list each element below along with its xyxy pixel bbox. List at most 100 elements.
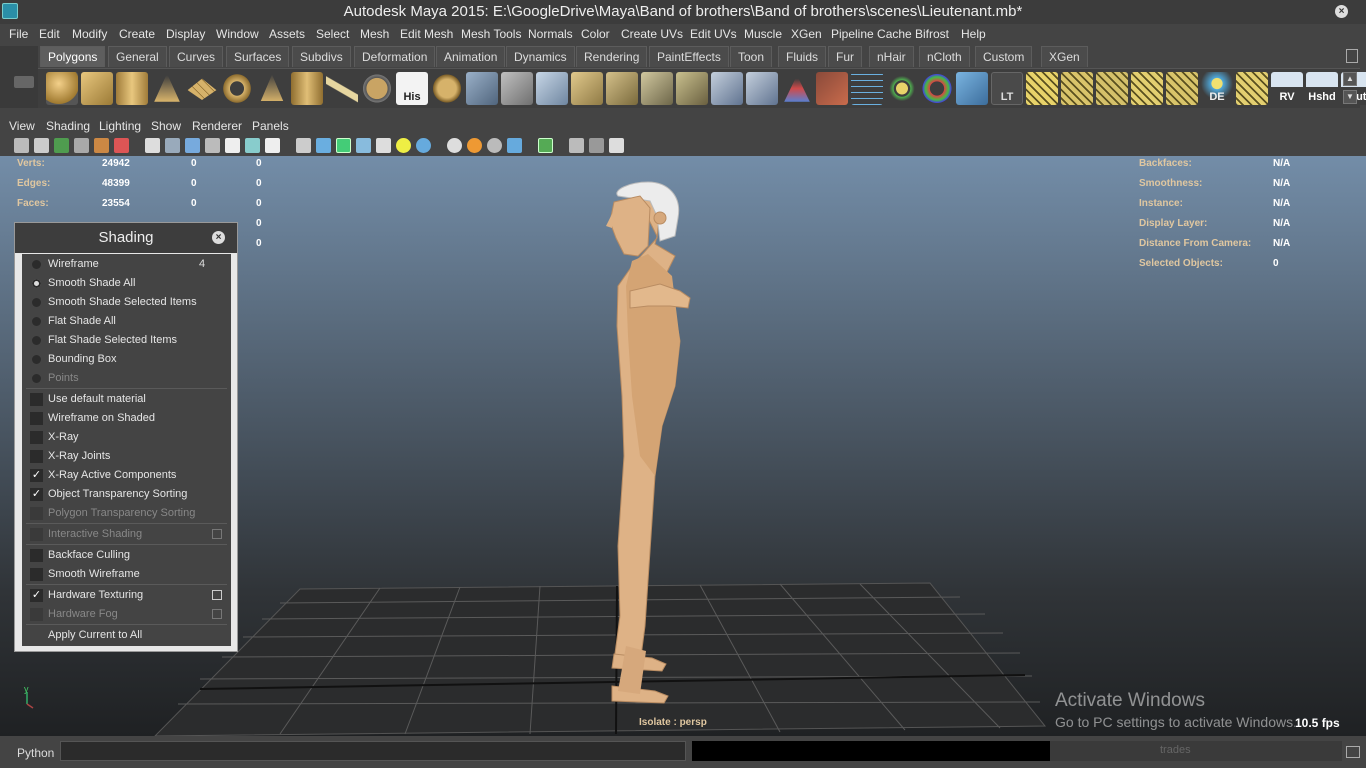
shelf-tab-surfaces[interactable]: Surfaces bbox=[226, 46, 290, 67]
radio-flat-shade-selected[interactable]: Flat Shade Selected Items bbox=[22, 331, 231, 350]
shelf-tab-curves[interactable]: Curves bbox=[169, 46, 224, 67]
radio-flat-shade-all[interactable]: Flat Shade All bbox=[22, 312, 231, 331]
append-polygon-icon[interactable] bbox=[571, 72, 603, 105]
bridge-icon[interactable] bbox=[536, 72, 568, 105]
shelf-tab-fur[interactable]: Fur bbox=[828, 46, 862, 67]
poly-torus-icon[interactable] bbox=[221, 72, 253, 105]
panel-menu-show[interactable]: Show bbox=[151, 119, 181, 133]
extrude-icon[interactable] bbox=[501, 72, 533, 105]
check-xray-joints[interactable]: X-Ray Joints bbox=[22, 447, 231, 466]
select-camera-icon[interactable] bbox=[14, 138, 29, 153]
radio-wireframe[interactable]: Wireframe 4 bbox=[22, 255, 231, 274]
check-object-transparency-sorting[interactable]: ✓ Object Transparency Sorting bbox=[22, 485, 231, 504]
smooth-icon[interactable] bbox=[361, 72, 393, 105]
offset-edge-loop-icon[interactable] bbox=[676, 72, 708, 105]
menu-create-uvs[interactable]: Create UVs bbox=[621, 27, 683, 41]
option-box-icon[interactable] bbox=[212, 529, 222, 539]
shelf-tab-dynamics[interactable]: Dynamics bbox=[506, 46, 575, 67]
shading-torn-off-panel[interactable]: Shading × Wireframe 4 Smooth Shade All Sm… bbox=[14, 222, 238, 652]
shelf-tab-fluids[interactable]: Fluids bbox=[778, 46, 827, 67]
menu-bifrost[interactable]: Bifrost bbox=[915, 27, 949, 41]
menu-edit-uvs[interactable]: Edit UVs bbox=[690, 27, 737, 41]
safe-title-icon[interactable] bbox=[265, 138, 280, 153]
shelf-tab-rendering[interactable]: Rendering bbox=[576, 46, 648, 67]
shelf-tab-polygons[interactable]: Polygons bbox=[40, 46, 106, 67]
motion-blur-icon[interactable] bbox=[467, 138, 482, 153]
panel-menu-panels[interactable]: Panels bbox=[252, 119, 289, 133]
anti-aliasing-icon[interactable] bbox=[487, 138, 502, 153]
shelf-tab-ncloth[interactable]: nCloth bbox=[919, 46, 970, 67]
shelf-tab-general[interactable]: General bbox=[108, 46, 167, 67]
check-backface-culling[interactable]: Backface Culling bbox=[22, 546, 231, 565]
two-d-pan-icon[interactable] bbox=[114, 138, 129, 153]
menu-modify[interactable]: Modify bbox=[72, 27, 107, 41]
shelf-scroll-down-icon[interactable]: ▼ bbox=[1343, 90, 1357, 104]
menu-pipeline-cache[interactable]: Pipeline Cache bbox=[831, 27, 912, 41]
check-wireframe-on-shaded[interactable]: Wireframe on Shaded bbox=[22, 409, 231, 428]
paint-weights-icon[interactable] bbox=[816, 72, 848, 105]
uv-editor-icon[interactable] bbox=[956, 72, 988, 105]
panel-menu-shading[interactable]: Shading bbox=[46, 119, 90, 133]
trash-icon[interactable] bbox=[1346, 49, 1358, 63]
xray-joints-icon[interactable] bbox=[589, 138, 604, 153]
check-interactive-shading[interactable]: Interactive Shading bbox=[22, 525, 231, 544]
unfold-uv-icon[interactable] bbox=[1166, 72, 1198, 105]
film-gate-icon[interactable] bbox=[165, 138, 180, 153]
shelf-tab-animation[interactable]: Animation bbox=[436, 46, 506, 67]
menu-create[interactable]: Create bbox=[119, 27, 155, 41]
shelf-scroll-up-icon[interactable]: ▲ bbox=[1343, 72, 1357, 86]
panel-menu-lighting[interactable]: Lighting bbox=[99, 119, 141, 133]
shelf-tab-nhair[interactable]: nHair bbox=[869, 46, 914, 67]
poly-pyramid-icon[interactable] bbox=[260, 74, 284, 102]
wireframe-icon[interactable] bbox=[296, 138, 311, 153]
menu-muscle[interactable]: Muscle bbox=[744, 27, 782, 41]
radio-smooth-shade-all[interactable]: Smooth Shade All bbox=[22, 274, 231, 293]
shelf-tab-painteffects[interactable]: PaintEffects bbox=[649, 46, 729, 67]
check-hardware-fog[interactable]: Hardware Fog bbox=[22, 605, 231, 624]
split-polygon-icon[interactable] bbox=[606, 72, 638, 105]
menu-xgen[interactable]: XGen bbox=[791, 27, 822, 41]
check-use-default-material[interactable]: Use default material bbox=[22, 390, 231, 409]
menu-assets[interactable]: Assets bbox=[269, 27, 305, 41]
shadows-icon[interactable] bbox=[416, 138, 431, 153]
apply-current-to-all-button[interactable]: Apply Current to All bbox=[22, 626, 231, 645]
default-material-icon[interactable] bbox=[356, 138, 371, 153]
shelf-tab-custom[interactable]: Custom bbox=[975, 46, 1033, 67]
python-label[interactable]: Python bbox=[17, 746, 54, 760]
radio-points[interactable]: Points bbox=[22, 369, 231, 388]
poly-sphere-icon[interactable] bbox=[46, 72, 78, 105]
panel-menu-view[interactable]: View bbox=[9, 119, 35, 133]
option-box-icon[interactable] bbox=[212, 590, 222, 600]
poly-cone-icon[interactable] bbox=[154, 73, 180, 102]
poly-plane-icon[interactable] bbox=[187, 78, 217, 101]
menu-window[interactable]: Window bbox=[216, 27, 259, 41]
shelf-grip-icon[interactable] bbox=[14, 76, 34, 88]
shelf-tab-deformation[interactable]: Deformation bbox=[354, 46, 436, 67]
menu-edit-mesh[interactable]: Edit Mesh bbox=[400, 27, 453, 41]
poly-cube-icon[interactable] bbox=[81, 72, 113, 105]
combine-icon[interactable] bbox=[431, 72, 463, 105]
smooth-shade-icon[interactable] bbox=[316, 138, 331, 153]
insert-edge-loop-icon[interactable] bbox=[641, 72, 673, 105]
camera-attributes-icon[interactable] bbox=[34, 138, 49, 153]
menu-help[interactable]: Help bbox=[961, 27, 986, 41]
option-box-icon[interactable] bbox=[212, 609, 222, 619]
image-plane-icon[interactable] bbox=[74, 138, 89, 153]
depth-of-field-icon[interactable] bbox=[507, 138, 522, 153]
check-hardware-texturing[interactable]: ✓ Hardware Texturing bbox=[22, 586, 231, 605]
separate-icon[interactable] bbox=[466, 72, 498, 105]
layout-uv-icon[interactable] bbox=[1236, 72, 1268, 105]
bookmarks-icon[interactable] bbox=[54, 138, 69, 153]
shelf-tab-xgen[interactable]: XGen bbox=[1041, 46, 1088, 67]
shelf-tab-toon[interactable]: Toon bbox=[730, 46, 773, 67]
grease-pencil-icon[interactable] bbox=[94, 138, 109, 153]
menu-file[interactable]: File bbox=[9, 27, 28, 41]
spherical-map-icon[interactable] bbox=[1096, 72, 1128, 105]
close-window-icon[interactable]: × bbox=[1335, 5, 1348, 18]
lattice-icon[interactable] bbox=[851, 72, 883, 105]
xray-components-icon[interactable] bbox=[609, 138, 624, 153]
check-polygon-transparency-sorting[interactable]: Polygon Transparency Sorting bbox=[22, 504, 231, 523]
check-xray[interactable]: X-Ray bbox=[22, 428, 231, 447]
script-editor-icon[interactable] bbox=[1346, 746, 1360, 758]
field-chart-icon[interactable] bbox=[225, 138, 240, 153]
